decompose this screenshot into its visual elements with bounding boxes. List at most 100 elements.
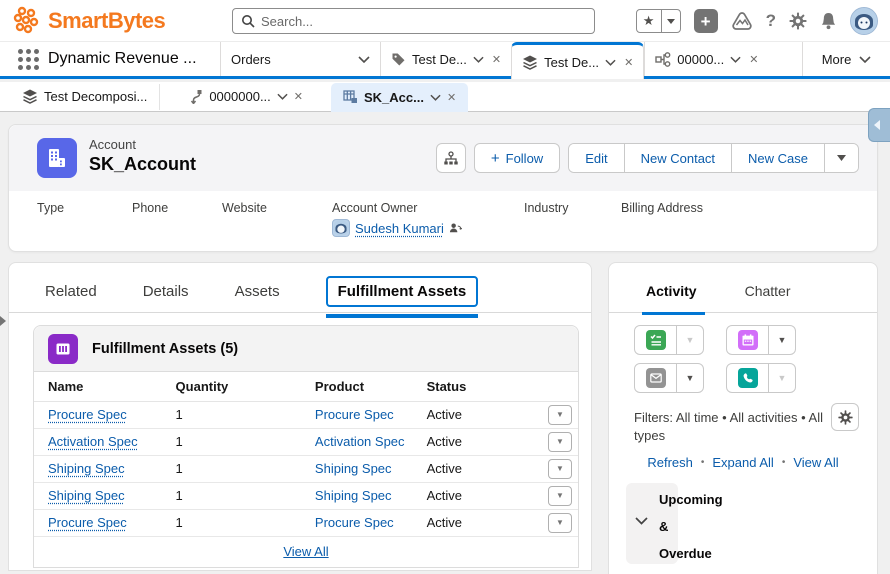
chevron-down-icon — [358, 56, 370, 63]
nav-tab-test-de-1[interactable]: Test De... ✕ — [380, 42, 511, 76]
help-icon[interactable]: ? — [766, 11, 776, 31]
quick-actions: ▼ ▼ — [634, 325, 796, 393]
view-all-link[interactable]: View All — [283, 544, 328, 559]
asset-name-link[interactable]: Procure Spec — [48, 407, 127, 422]
asset-name-link[interactable]: Shiping Spec — [48, 461, 125, 476]
nav-tab-orders[interactable]: Orders — [220, 42, 380, 76]
tab-details[interactable]: Details — [143, 283, 189, 300]
fulfillment-assets-table: Name Quantity Product Status Procure Spe… — [34, 372, 578, 537]
account-hierarchy-button[interactable] — [436, 143, 466, 173]
new-contact-button[interactable]: New Contact — [625, 144, 732, 172]
more-actions-dropdown-button[interactable] — [825, 144, 858, 172]
event-dropdown-button[interactable]: ▼ — [769, 326, 795, 354]
chevron-down-icon[interactable] — [635, 517, 648, 525]
new-event-combo-button: ▼ — [726, 325, 796, 355]
tab-chatter[interactable]: Chatter — [745, 283, 791, 299]
favorites-chevron-icon[interactable] — [662, 10, 680, 32]
global-search[interactable] — [232, 8, 595, 34]
task-dropdown-button[interactable]: ▼ — [677, 326, 703, 354]
change-owner-icon[interactable] — [449, 222, 462, 235]
subtab-sk-account-active[interactable]: SK_Acc... ✕ — [331, 83, 468, 112]
tab-activity[interactable]: Activity — [646, 283, 697, 299]
asset-quantity: 1 — [162, 401, 301, 428]
more-label: More — [822, 52, 852, 67]
owner-avatar — [332, 219, 350, 237]
app-launcher-icon[interactable] — [16, 47, 40, 71]
favorites-button[interactable]: ★ — [636, 9, 681, 33]
call-dropdown-button[interactable]: ▼ — [769, 364, 795, 392]
setup-gear-icon[interactable] — [789, 12, 807, 30]
close-icon[interactable]: ✕ — [294, 90, 303, 103]
workspace-subtabs: Test Decomposi... 0000000... ✕ SK_Acc...… — [0, 82, 890, 112]
nav-tab-test-de-2-active[interactable]: Test De... ✕ — [511, 42, 644, 79]
collapse-panel-handle[interactable] — [868, 108, 890, 142]
asset-name-link[interactable]: Shiping Spec — [48, 488, 125, 503]
new-task-button[interactable] — [635, 326, 677, 354]
call-combo-button: ▼ — [726, 363, 796, 393]
tab-fulfillment-assets[interactable]: Fulfillment Assets — [326, 276, 479, 307]
app-name[interactable]: Dynamic Revenue ... — [48, 42, 220, 76]
nav-tab-order-number[interactable]: 00000... ✕ — [644, 42, 768, 76]
record-title: SK_Account — [89, 154, 196, 175]
row-actions-button[interactable]: ▼ — [548, 513, 572, 533]
expand-panel-arrow-icon[interactable] — [0, 316, 6, 326]
asset-quantity: 1 — [162, 455, 301, 482]
close-icon[interactable]: ✕ — [447, 91, 456, 104]
close-icon[interactable]: ✕ — [749, 53, 758, 66]
tab-related[interactable]: Related — [45, 283, 97, 300]
refresh-link[interactable]: Refresh — [647, 455, 693, 470]
product-link[interactable]: Shiping Spec — [315, 488, 392, 503]
row-actions-button[interactable]: ▼ — [548, 459, 572, 479]
follow-button[interactable]: + Follow — [474, 143, 560, 173]
edit-button[interactable]: Edit — [569, 144, 624, 172]
search-input[interactable] — [261, 14, 586, 29]
upcoming-overdue-section[interactable]: Upcoming & Overdue — [626, 483, 866, 564]
activity-settings-button[interactable] — [831, 403, 859, 431]
column-product[interactable]: Product — [301, 372, 413, 401]
layers-icon — [522, 55, 538, 70]
column-quantity[interactable]: Quantity — [162, 372, 301, 401]
owner-link[interactable]: Sudesh Kumari — [355, 221, 444, 236]
new-event-button[interactable] — [727, 326, 769, 354]
subtab-order-number[interactable]: 0000000... ✕ — [178, 84, 315, 110]
asset-status: Active — [413, 401, 534, 428]
global-actions-button[interactable]: + — [694, 9, 718, 33]
nav-tab-more[interactable]: More — [802, 42, 890, 76]
gear-icon — [838, 410, 853, 425]
product-link[interactable]: Activation Spec — [315, 434, 405, 449]
plus-icon: + — [491, 150, 500, 167]
notifications-bell-icon[interactable] — [820, 12, 837, 30]
field-account-owner: Account Owner Sudesh Kumari — [332, 201, 524, 237]
log-call-button[interactable] — [727, 364, 769, 392]
email-dropdown-button[interactable]: ▼ — [677, 364, 703, 392]
product-link[interactable]: Procure Spec — [315, 407, 394, 422]
field-website: Website — [222, 201, 332, 237]
upcoming-overdue-label: Upcoming & Overdue — [659, 486, 719, 567]
fulfillment-asset-icon — [48, 334, 78, 364]
expand-all-link[interactable]: Expand All — [712, 455, 773, 470]
asset-status: Active — [413, 428, 534, 455]
row-actions-button[interactable]: ▼ — [548, 486, 572, 506]
row-actions-button[interactable]: ▼ — [548, 405, 572, 425]
guidance-icon[interactable] — [731, 11, 753, 31]
subtab-test-decomposition[interactable]: Test Decomposi... — [10, 84, 160, 110]
row-actions-button[interactable]: ▼ — [548, 432, 572, 452]
tab-assets[interactable]: Assets — [235, 283, 280, 300]
star-icon[interactable]: ★ — [637, 10, 662, 32]
new-case-button[interactable]: New Case — [732, 144, 825, 172]
close-icon[interactable]: ✕ — [492, 53, 501, 66]
column-name[interactable]: Name — [34, 372, 162, 401]
asset-name-link[interactable]: Activation Spec — [48, 434, 138, 449]
flow-icon — [655, 52, 671, 67]
user-avatar[interactable] — [850, 7, 878, 35]
related-list-header: Fulfillment Assets (5) — [34, 326, 578, 372]
product-link[interactable]: Procure Spec — [315, 515, 394, 530]
product-link[interactable]: Shiping Spec — [315, 461, 392, 476]
close-icon[interactable]: ✕ — [624, 56, 633, 69]
chevron-down-icon — [473, 56, 484, 63]
asset-name-link[interactable]: Procure Spec — [48, 515, 127, 530]
column-status[interactable]: Status — [413, 372, 534, 401]
related-list-title: Fulfillment Assets (5) — [92, 341, 238, 357]
view-all-link[interactable]: View All — [793, 455, 838, 470]
email-button[interactable] — [635, 364, 677, 392]
